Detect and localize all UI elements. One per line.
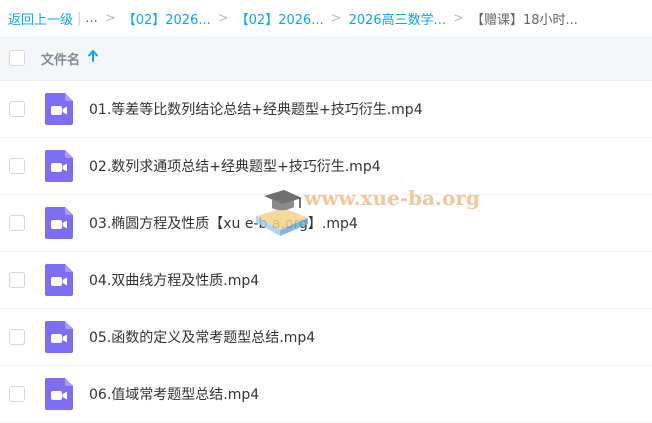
file-name[interactable]: 05.函数的定义及常考题型总结.mp4	[89, 327, 315, 347]
video-file-icon	[45, 150, 73, 182]
row-checkbox[interactable]	[9, 101, 25, 117]
breadcrumb-item-1[interactable]: 【02】2026...	[123, 9, 211, 28]
file-list: 01.等差等比数列结论总结+经典题型+技巧衍生.mp4 02.数列求通项总结+经…	[0, 81, 652, 423]
chevron-right-icon: >	[104, 10, 116, 26]
select-all-checkbox[interactable]	[9, 50, 25, 66]
file-name[interactable]: 04.双曲线方程及性质.mp4	[89, 270, 259, 290]
video-file-icon	[45, 93, 73, 125]
chevron-right-icon: >	[330, 10, 342, 26]
column-filename[interactable]: 文件名	[41, 49, 80, 68]
breadcrumb-item-2[interactable]: 【02】2026...	[236, 9, 324, 28]
back-link[interactable]: 返回上一级	[8, 9, 73, 28]
row-checkbox[interactable]	[9, 158, 25, 174]
chevron-right-icon: >	[453, 10, 464, 26]
file-name[interactable]: 03.椭圆方程及性质【xu e-b a.org】.mp4	[89, 213, 358, 233]
breadcrumb-ellipsis[interactable]: ...	[85, 11, 97, 26]
file-list-header: 文件名	[0, 36, 652, 81]
breadcrumb-item-3[interactable]: 2026高三数学...	[349, 9, 446, 28]
row-checkbox[interactable]	[9, 329, 25, 345]
video-file-icon	[45, 321, 73, 353]
file-row[interactable]: 04.双曲线方程及性质.mp4	[0, 252, 652, 309]
file-name[interactable]: 02.数列求通项总结+经典题型+技巧衍生.mp4	[89, 156, 381, 176]
breadcrumb-divider: |	[77, 10, 82, 26]
breadcrumb-current: 【赠课】18小时...	[470, 12, 578, 28]
file-row[interactable]: 05.函数的定义及常考题型总结.mp4	[0, 309, 652, 366]
row-checkbox[interactable]	[9, 272, 25, 288]
file-row[interactable]: 03.椭圆方程及性质【xu e-b a.org】.mp4	[0, 195, 652, 252]
video-file-icon	[45, 378, 73, 410]
row-checkbox[interactable]	[9, 386, 25, 402]
file-row[interactable]: 02.数列求通项总结+经典题型+技巧衍生.mp4	[0, 138, 652, 195]
file-row[interactable]: 01.等差等比数列结论总结+经典题型+技巧衍生.mp4	[0, 81, 652, 138]
breadcrumb: 返回上一级 | ... > 【02】2026... > 【02】2026... …	[0, 0, 652, 36]
video-file-icon	[45, 207, 73, 239]
chevron-right-icon: >	[217, 10, 229, 26]
row-checkbox[interactable]	[9, 215, 25, 231]
arrow-up-icon[interactable]	[88, 50, 99, 66]
file-name[interactable]: 01.等差等比数列结论总结+经典题型+技巧衍生.mp4	[89, 99, 423, 119]
video-file-icon	[45, 264, 73, 296]
file-row[interactable]: 06.值域常考题型总结.mp4	[0, 366, 652, 423]
file-name[interactable]: 06.值域常考题型总结.mp4	[89, 384, 259, 404]
